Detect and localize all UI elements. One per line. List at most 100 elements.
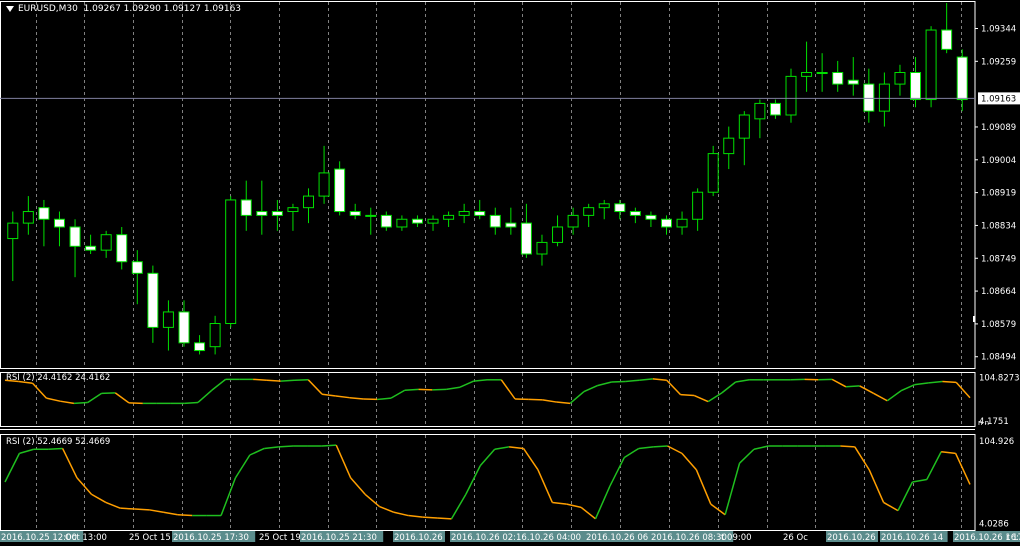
time-axis-label: r 17:00 xyxy=(1006,533,1020,543)
rsi2-segment xyxy=(335,444,352,479)
rsi1-segment xyxy=(721,381,737,394)
candle-body xyxy=(7,222,19,240)
rsi1-segment xyxy=(184,401,199,405)
price-tick-label: 1.08749 xyxy=(981,254,1016,264)
rsi1-segment xyxy=(597,381,612,387)
candle-body xyxy=(598,203,610,209)
rsi1-segment xyxy=(349,396,364,400)
candle-body xyxy=(318,172,330,197)
rsi2-segment xyxy=(422,516,438,519)
rsi1-segment xyxy=(542,399,557,403)
candle-body xyxy=(225,199,237,325)
rsi2-segment xyxy=(177,513,193,517)
time-axis-label: 2016.10.26 08:30 xyxy=(651,533,727,543)
candle-body xyxy=(411,218,423,224)
price-tick-label: 1.08834 xyxy=(981,221,1016,231)
candle-body xyxy=(396,218,408,228)
rsi2-segment xyxy=(379,505,395,513)
rsi2-segment xyxy=(926,451,942,480)
rsi1-segment xyxy=(114,392,130,404)
rsi2-segment xyxy=(105,501,121,509)
rsi2-segment xyxy=(61,448,78,479)
rsi2-segment xyxy=(695,469,712,505)
candle-body xyxy=(769,102,781,116)
price-tick-label: 1.08919 xyxy=(981,189,1016,199)
candle-body xyxy=(458,211,470,216)
rsi1-segment xyxy=(831,378,847,388)
rsi2-segment xyxy=(350,477,366,495)
candle-body xyxy=(707,153,719,193)
candle-body xyxy=(334,168,346,213)
candle-body xyxy=(287,207,299,213)
rsi1-pane-frame xyxy=(0,372,976,427)
candle-body xyxy=(365,214,377,217)
candle-body xyxy=(349,211,361,216)
rsi1-segment xyxy=(211,378,227,391)
rsi1-segment xyxy=(583,384,599,393)
time-axis-label: 2016.10.26 14 xyxy=(881,533,943,543)
candle-body xyxy=(489,214,501,228)
candle-body xyxy=(69,226,81,247)
rsi1-segment xyxy=(707,392,723,403)
time-axis-label: 25 Oct 19 xyxy=(259,533,301,543)
rsi2-segment xyxy=(854,446,870,471)
rsi2-segment xyxy=(609,457,625,487)
candle-body xyxy=(271,211,283,216)
time-axis-label: 16.10.26 04:00 xyxy=(516,533,581,543)
rsi2-segment xyxy=(883,501,899,512)
rsi2-segment xyxy=(552,501,567,505)
candle-body xyxy=(474,211,486,216)
price-tick-label: 1.09089 xyxy=(981,123,1016,133)
rsi1-segment xyxy=(928,380,943,384)
rsi2-segment xyxy=(724,462,741,515)
rsi1-segment xyxy=(280,379,295,382)
candle-body xyxy=(38,207,50,220)
candle-body xyxy=(85,245,97,251)
candle-body xyxy=(240,199,252,216)
candle-body xyxy=(116,234,128,263)
rsi1-segment xyxy=(307,379,323,395)
rsi1-segment xyxy=(556,401,571,405)
rsi2-pane-frame xyxy=(0,434,976,531)
rsi1-segment xyxy=(87,392,102,404)
candle-body xyxy=(100,234,112,251)
time-axis-label: 2016.10.26 xyxy=(827,533,876,543)
rsi2-segment xyxy=(912,478,927,483)
candle-body xyxy=(256,211,268,216)
price-chart[interactable]: 1.09344 1.09259 1.09163 1.09089 1.09004 1.089… xyxy=(0,0,1020,546)
rsi2-segment xyxy=(450,493,467,520)
candle-body xyxy=(723,137,735,155)
candle-body xyxy=(178,311,190,344)
rsi2-segment xyxy=(163,511,178,516)
rsi1-segment xyxy=(873,392,888,402)
rsi2-segment xyxy=(681,452,697,471)
symbol-dropdown-icon[interactable] xyxy=(6,5,14,12)
rsi2-segment xyxy=(868,469,885,503)
rsi2-segment xyxy=(264,446,279,450)
rsi2-segment xyxy=(941,450,956,455)
rsi1-segment xyxy=(390,389,406,399)
rsi2-segment xyxy=(753,445,769,451)
rsi2-segment xyxy=(580,506,596,520)
candle-body xyxy=(131,261,143,274)
rsi1-segment xyxy=(446,386,461,391)
main-pane-frame xyxy=(0,1,976,369)
price-tick-label: 1.09004 xyxy=(981,156,1016,166)
candle-body xyxy=(22,211,34,224)
rsi1-segment xyxy=(914,382,929,386)
price-tick-label: 1.09344 xyxy=(981,24,1016,34)
time-axis-label: 2016.10.26 06 xyxy=(586,533,648,543)
rsi1-segment xyxy=(886,390,902,402)
rsi1-segment xyxy=(639,378,653,381)
rsi1-segment xyxy=(680,393,695,397)
candle-body xyxy=(878,83,890,112)
rsi2-segment xyxy=(537,469,553,503)
candle-body xyxy=(194,342,206,352)
time-axis-label: 26 Oc xyxy=(783,533,808,543)
chart-window[interactable]: 1.09344 1.09259 1.09163 1.09089 1.09004 1.089… xyxy=(0,0,1020,546)
candle-body xyxy=(910,72,922,101)
rsi1-segment xyxy=(459,380,475,388)
rsi2-segment xyxy=(120,507,135,510)
rsi2-segment xyxy=(234,454,251,479)
rsi2-segment xyxy=(479,448,496,467)
